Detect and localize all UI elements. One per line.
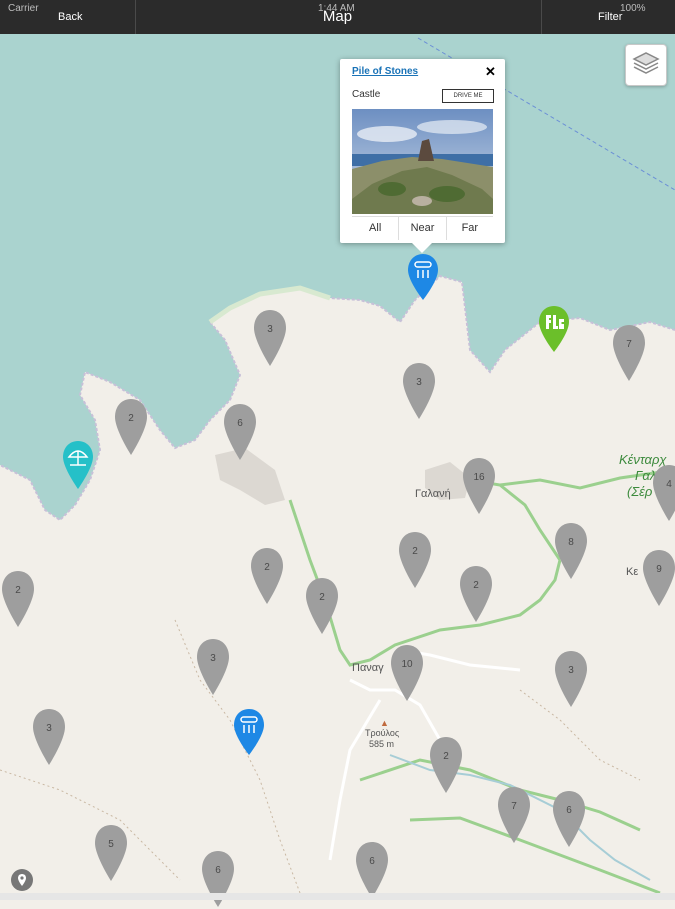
cluster-count: 4 [666, 479, 672, 490]
cluster-pin[interactable]: 6 [354, 840, 390, 900]
dining-pin[interactable] [232, 707, 266, 757]
tab-far[interactable]: Far [447, 217, 493, 240]
cluster-count: 3 [267, 324, 273, 335]
cluster-pin[interactable]: 9 [641, 548, 675, 608]
cluster-pin[interactable]: 2 [113, 397, 149, 457]
status-battery: 100% [620, 3, 646, 14]
cluster-pin[interactable]: 3 [195, 637, 231, 697]
cluster-count: 2 [15, 585, 21, 596]
navigation-bar: Carrier 1:44 AM 100% Back Map Filter [0, 0, 675, 34]
back-button[interactable]: Back [58, 11, 82, 23]
layers-icon [632, 52, 660, 74]
filter-button[interactable]: Filter [598, 11, 622, 23]
cluster-count: 3 [416, 377, 422, 388]
cluster-pin[interactable]: 3 [553, 649, 589, 709]
map-label-troulos: Τρούλος [365, 728, 400, 738]
cluster-pin[interactable]: 3 [252, 308, 288, 368]
cluster-pin[interactable]: 4 [651, 463, 675, 523]
cluster-count: 5 [108, 839, 114, 850]
cluster-pin[interactable]: 6 [551, 789, 587, 849]
popup-title-link[interactable]: Pile of Stones [352, 66, 418, 77]
location-pin-icon [18, 874, 26, 886]
status-carrier: Carrier [8, 3, 39, 14]
cluster-count: 2 [319, 592, 325, 603]
cluster-count: 6 [566, 805, 572, 816]
cluster-count: 10 [401, 659, 413, 670]
cluster-pin[interactable]: 16 [461, 456, 497, 516]
cluster-count: 2 [473, 580, 479, 591]
close-icon[interactable]: ✕ [485, 64, 496, 80]
bottom-toolbar [0, 893, 675, 900]
popup-tabs: All Near Far [352, 216, 493, 240]
cluster-pin[interactable]: 2 [397, 530, 433, 590]
cluster-count: 7 [626, 339, 632, 350]
cluster-count: 9 [656, 564, 662, 575]
tab-all[interactable]: All [352, 217, 400, 240]
cluster-pin[interactable]: 10 [389, 643, 425, 703]
cluster-pin[interactable]: 6 [222, 402, 258, 462]
drive-me-button[interactable]: DRIVE ME [442, 89, 494, 103]
peak-triangle-icon: ▲ [380, 718, 389, 728]
cluster-count: 16 [473, 472, 485, 483]
cluster-pin[interactable]: 7 [611, 323, 647, 383]
cluster-count: 3 [210, 653, 216, 664]
cluster-pin[interactable]: 2 [458, 564, 494, 624]
map-canvas[interactable] [0, 34, 675, 900]
cluster-count: 3 [568, 665, 574, 676]
status-time: 1:44 AM [318, 3, 355, 14]
cluster-pin[interactable]: 6 [200, 849, 236, 909]
dining-pin[interactable] [406, 252, 440, 302]
cluster-pin[interactable]: 2 [249, 546, 285, 606]
hike-pin[interactable] [537, 304, 571, 354]
beach-pin[interactable] [61, 439, 95, 491]
cluster-pin[interactable]: 3 [401, 361, 437, 421]
cluster-count: 6 [237, 418, 243, 429]
tab-near[interactable]: Near [399, 217, 447, 240]
cluster-count: 6 [215, 865, 221, 876]
map-label-edge: Κε [626, 566, 639, 578]
map-label-troulos-elevation: 585 m [369, 739, 395, 749]
layers-button[interactable] [625, 44, 667, 86]
popup-photo [352, 109, 493, 214]
cluster-count: 6 [369, 856, 375, 867]
cluster-pin[interactable]: 3 [31, 707, 67, 767]
cluster-pin[interactable]: 2 [428, 735, 464, 795]
map-label-galani: Γαλανή [415, 488, 451, 500]
cluster-pin[interactable]: 7 [496, 785, 532, 845]
cluster-pin[interactable]: 2 [304, 576, 340, 636]
cluster-count: 2 [128, 413, 134, 424]
cluster-count: 2 [443, 751, 449, 762]
popup-category: Castle [352, 89, 381, 100]
cluster-pin[interactable]: 8 [553, 521, 589, 581]
cluster-count: 2 [264, 562, 270, 573]
poi-popup: Pile of Stones ✕ Castle DRIVE ME All Nea… [340, 59, 505, 253]
locate-button[interactable] [11, 869, 33, 891]
cluster-count: 2 [412, 546, 418, 557]
cluster-count: 3 [46, 723, 52, 734]
map-label-panagia: Παναγ [352, 662, 384, 674]
cluster-count: 8 [568, 537, 574, 548]
cluster-pin[interactable]: 2 [0, 569, 36, 629]
cluster-count: 7 [511, 801, 517, 812]
cluster-pin[interactable]: 5 [93, 823, 129, 883]
